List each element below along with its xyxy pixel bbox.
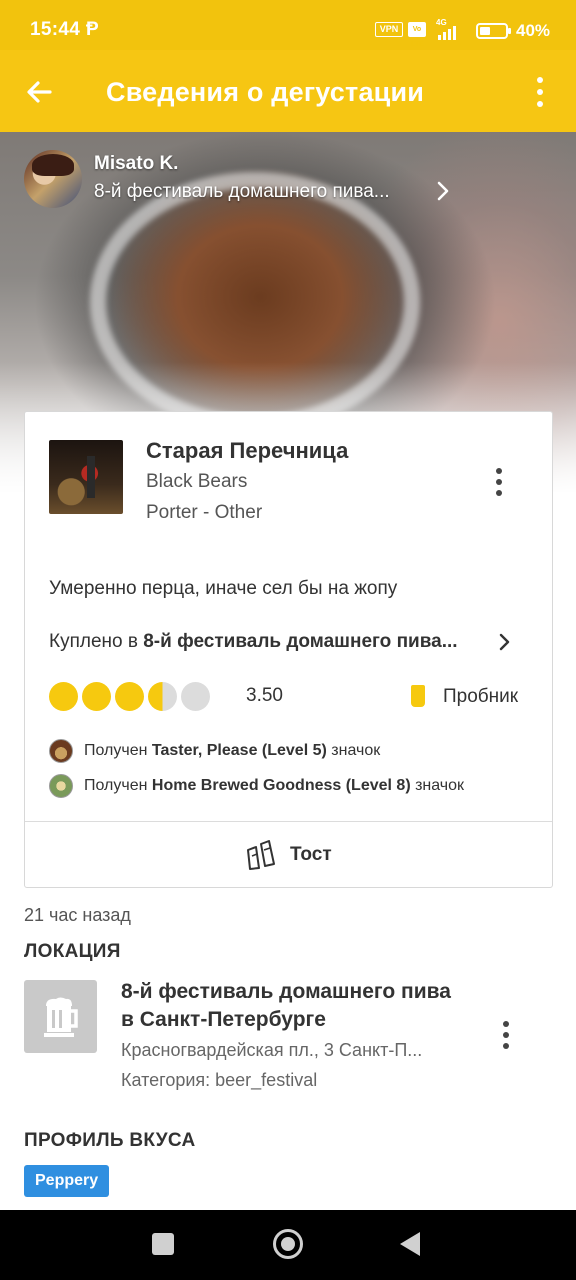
badge-text: Получен Taster, Please (Level 5) значок: [84, 742, 381, 759]
venue-address: Красногвардейская пл., 3 Санкт-П...: [121, 1040, 423, 1060]
avatar[interactable]: [24, 150, 82, 208]
rating-cap-icon: [181, 682, 210, 711]
toast-button[interactable]: Тост: [25, 822, 552, 887]
more-options-button[interactable]: [526, 72, 556, 112]
venue-category: Категория: beer_festival: [121, 1070, 318, 1090]
user-name[interactable]: Misato K.: [94, 153, 178, 175]
checkin-time: 21 час назад: [24, 905, 131, 925]
badge-text: Получен Home Brewed Goodness (Level 8) з…: [84, 777, 465, 794]
rating-cap-icon: [49, 682, 78, 711]
beer-style: Porter - Other: [146, 502, 263, 523]
more-vertical-icon: [496, 468, 502, 474]
badge-row[interactable]: Получен Taster, Please (Level 5) значок: [49, 739, 539, 765]
beer-name[interactable]: Старая Перечница: [146, 438, 348, 464]
back-button[interactable]: [20, 72, 60, 112]
card-menu-button[interactable]: [487, 464, 511, 500]
rating-cap-icon: [148, 682, 177, 711]
section-title-location: ЛОКАЦИЯ: [24, 941, 121, 962]
venue-image[interactable]: [24, 980, 97, 1053]
rating-cap-icon: [115, 682, 144, 711]
brewery-name[interactable]: Black Bears: [146, 471, 247, 493]
purchased-prefix: Куплено в: [49, 631, 144, 652]
p-icon: Ᵽ: [86, 19, 99, 40]
chevron-right-icon: [499, 633, 510, 651]
checkin-card: Старая Перечница Black Bears Porter - Ot…: [24, 411, 553, 888]
page-title: Сведения о дегустации: [106, 77, 425, 107]
cheers-glasses-icon: [247, 840, 275, 870]
signal-icon: 4G: [432, 18, 468, 40]
purchased-place[interactable]: 8-й фестиваль домашнего пива...: [143, 631, 457, 652]
vpn-icon: VPN: [375, 22, 403, 37]
badge-icon: [49, 739, 73, 763]
checkin-comment: Умеренно перца, иначе сел бы на жопу: [49, 578, 398, 599]
purchased-at[interactable]: Куплено в 8-й фестиваль домашнего пива..…: [49, 631, 458, 653]
section-title-flavor: ПРОФИЛЬ ВКУСА: [24, 1130, 196, 1151]
checkin-user-row[interactable]: Misato K. 8-й фестиваль домашнего пива..…: [24, 150, 544, 210]
app-bar: Сведения о дегустации: [0, 50, 576, 132]
venue-link[interactable]: 8-й фестиваль домашнего пива...: [94, 181, 390, 203]
recent-apps-button[interactable]: [152, 1233, 174, 1255]
venue-menu-button[interactable]: [494, 1017, 518, 1053]
more-vertical-icon: [503, 1021, 509, 1027]
toast-label: Тост: [290, 844, 332, 865]
rating-cap-icon: [82, 682, 111, 711]
arrow-left-icon: [27, 81, 52, 103]
venue-name[interactable]: 8-й фестиваль домашнего пива в Санкт-Пет…: [121, 978, 461, 1034]
badge-row[interactable]: Получен Home Brewed Goodness (Level 8) з…: [49, 774, 539, 800]
battery-percent: 40%: [516, 21, 551, 40]
chevron-right-icon: [437, 181, 449, 201]
flavor-tag[interactable]: Peppery: [24, 1165, 110, 1197]
more-vertical-icon: [537, 77, 543, 83]
system-back-button[interactable]: [400, 1232, 420, 1256]
battery-icon: [476, 23, 511, 39]
beer-mug-icon: [44, 997, 78, 1037]
rating-value: 3.50: [246, 685, 283, 706]
rating-caps: 3.50: [49, 682, 349, 712]
home-button[interactable]: [273, 1229, 303, 1259]
volte-icon: Vo LTE: [408, 22, 426, 48]
badge-icon: [49, 774, 73, 798]
taster-glass-icon: [411, 685, 425, 707]
beer-label-image[interactable]: [49, 440, 123, 514]
status-bar: 15:44 Ᵽ VPN Vo LTE 4G 40%: [0, 0, 576, 50]
serving-type: Пробник: [443, 686, 519, 707]
system-nav-bar: [0, 1210, 576, 1280]
status-time: 15:44: [30, 19, 81, 40]
